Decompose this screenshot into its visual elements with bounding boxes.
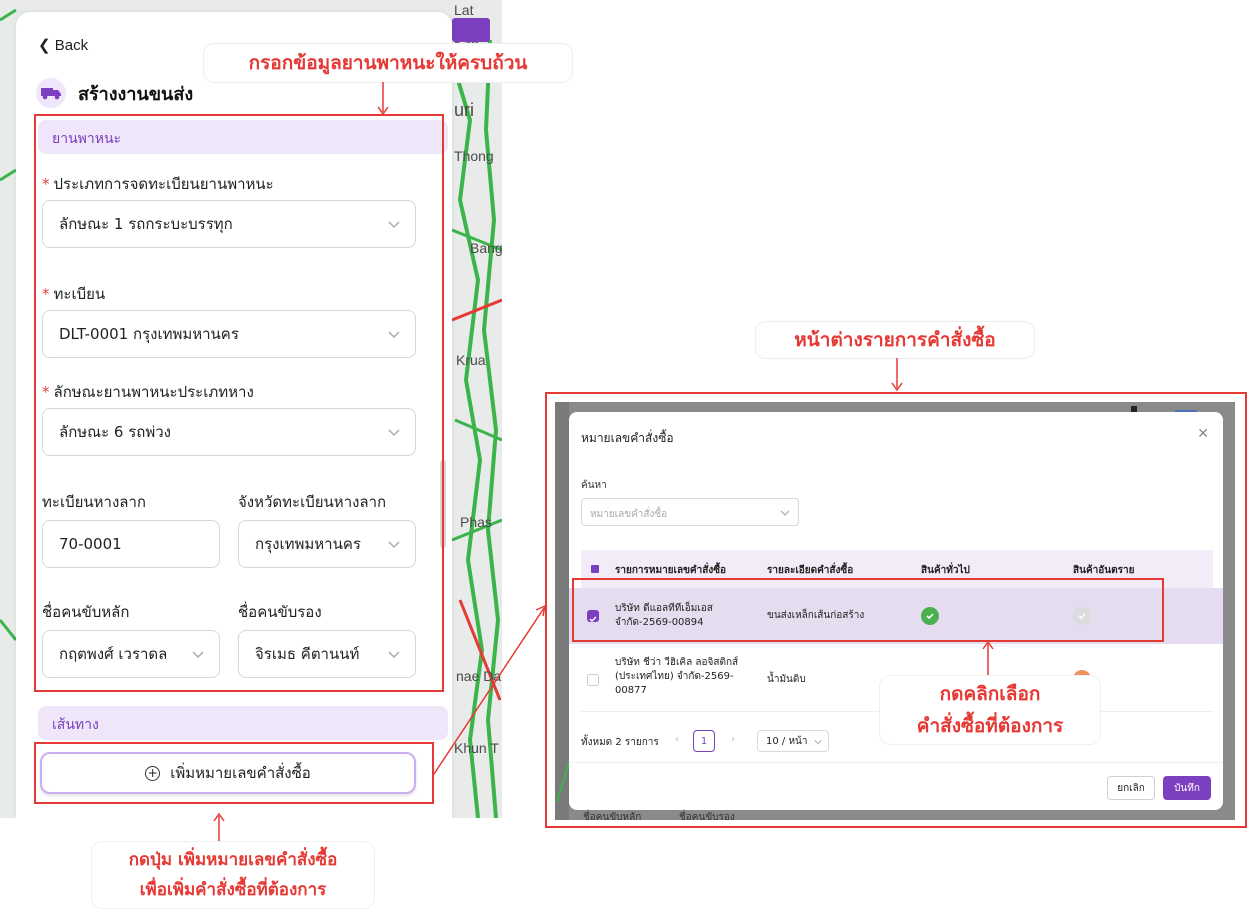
annotation-click-add-line1: กดปุ่ม เพิ่มหมายเลขคำสั่งซื้อ	[128, 850, 338, 870]
driver-main-label: ชื่อคนขับหลัก	[583, 812, 642, 823]
map-toolbar-button[interactable]	[452, 18, 490, 42]
chevron-right-icon[interactable]: ›	[731, 734, 735, 745]
route-section-header: เส้นทาง	[38, 706, 448, 740]
arrow-up-icon	[213, 812, 225, 846]
annotation-fill-vehicle: กรอกข้อมูลยานพาหนะให้ครบถ้วน	[204, 44, 572, 82]
order-name: บริษัท ชีว่า วีฮิเคิล ลอจิสติกส์ (ประเทศ…	[615, 657, 739, 696]
annotation-select-line2: คำสั่งซื้อที่ต้องการ	[916, 715, 1064, 737]
truck-icon	[36, 78, 66, 108]
search-placeholder: หมายเลขคำสั่งซื้อ	[590, 509, 668, 520]
row-checkbox[interactable]	[587, 674, 599, 686]
save-button[interactable]: บันทึก	[1163, 776, 1211, 800]
select-all-checkbox[interactable]	[591, 565, 599, 573]
driver-sub-label: ชื่อคนขับรอง	[679, 812, 735, 823]
page-number[interactable]: 1	[693, 730, 715, 752]
pagination: ทั้งหมด 2 รายการ ‹ 1 › 10 / หน้า	[581, 730, 841, 754]
arrow-down-icon	[377, 82, 389, 116]
annotation-select-line1: กดคลิกเลือก	[939, 683, 1041, 705]
annotation-po-window: หน้าต่างรายการคำสั่งซื้อ	[756, 322, 1034, 358]
chevron-down-icon	[780, 510, 790, 516]
column-header: รายละเอียดคำสั่งซื้อ	[767, 565, 854, 576]
total-count: ทั้งหมด 2 รายการ	[581, 737, 659, 748]
page-size-value: 10 / หน้า	[766, 735, 808, 747]
map-label: Krua	[456, 352, 486, 368]
page-size-select[interactable]: 10 / หน้า	[757, 730, 829, 752]
annotation-click-add-line2: เพื่อเพิ่มคำสั่งซื้อที่ต้องการ	[139, 880, 327, 900]
map-label: Phas	[460, 514, 492, 530]
vehicle-highlight-box	[34, 114, 444, 692]
page-header: สร้างงานขนส่ง	[36, 78, 193, 108]
search-input[interactable]: หมายเลขคำสั่งซื้อ	[581, 498, 799, 526]
page-title: สร้างงานขนส่ง	[78, 83, 194, 105]
column-header: สินค้าทั่วไป	[921, 565, 970, 576]
search-label: ค้นหา	[581, 480, 607, 491]
map-label: uri	[454, 100, 475, 120]
map-label: Thong	[454, 148, 494, 164]
column-header: รายการหมายเลขคำสั่งซื้อ	[615, 565, 727, 576]
selected-row-highlight-box	[572, 578, 1164, 642]
back-label: Back	[54, 37, 89, 54]
back-button[interactable]: ❮ Back	[38, 36, 88, 54]
connector-line	[433, 604, 547, 775]
map-label: Bang	[470, 240, 502, 256]
column-header: สินค้าอันตราย	[1073, 565, 1135, 576]
chevron-left-icon: ❮	[38, 37, 55, 54]
add-po-highlight-box	[34, 742, 434, 804]
arrow-down-icon	[891, 358, 903, 392]
arrow-up-icon	[982, 640, 994, 676]
divider	[569, 762, 1223, 763]
close-icon[interactable]: ✕	[1197, 426, 1209, 442]
order-detail: น้ำมันดิบ	[767, 674, 806, 685]
chevron-down-icon	[814, 740, 822, 745]
cancel-button[interactable]: ยกเลิก	[1107, 776, 1155, 800]
chevron-left-icon[interactable]: ‹	[675, 734, 679, 745]
modal-title: หมายเลขคำสั่งซื้อ	[581, 431, 674, 445]
